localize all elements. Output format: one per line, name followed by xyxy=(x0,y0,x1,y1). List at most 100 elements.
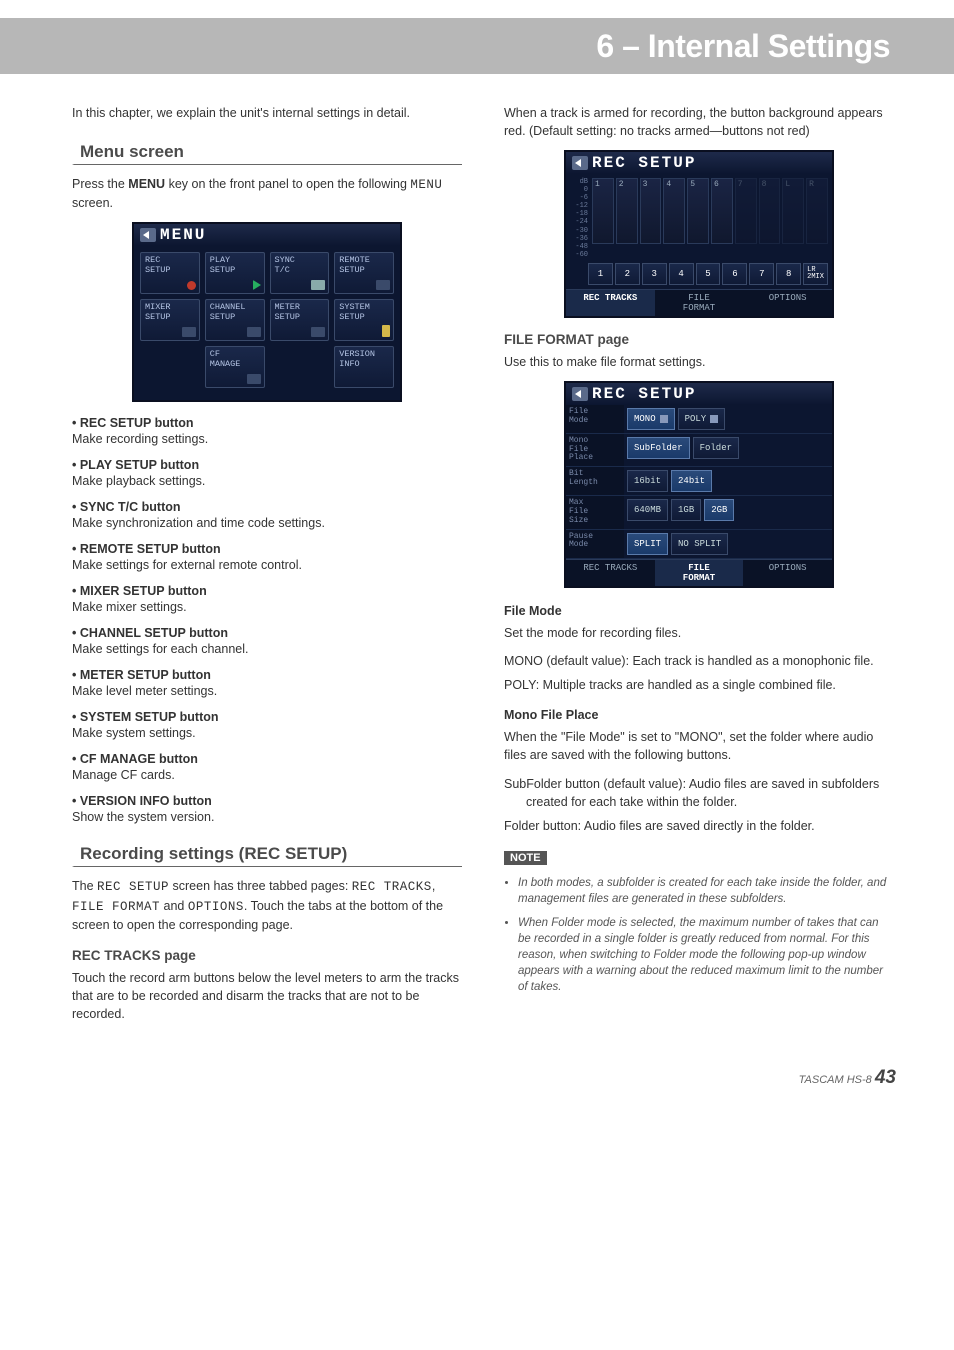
head: • MIXER SETUP button xyxy=(72,584,207,598)
t: and xyxy=(160,899,188,913)
lcd-title: REC SETUP xyxy=(566,152,832,174)
label: VERSION INFO xyxy=(339,349,375,368)
head: • SYNC T/C button xyxy=(72,500,181,514)
tab-options: OPTIONS xyxy=(743,289,832,316)
head: • CHANNEL SETUP button xyxy=(72,626,228,640)
rec-dot-icon xyxy=(187,281,196,290)
ff-row-monoplace: Mono File Place SubFolder Folder xyxy=(566,434,832,467)
channel-icon xyxy=(247,327,261,337)
arm-btn: 6 xyxy=(722,263,747,285)
file-format-heading: FILE FORMAT page xyxy=(504,332,894,347)
mono-place-sub: SubFolder button (default value): Audio … xyxy=(504,775,894,811)
arm-row: 1 2 3 4 5 6 7 8 LR 2MIX xyxy=(566,263,832,289)
s: -6 xyxy=(570,194,588,202)
lcd-title-text: MENU xyxy=(160,226,206,244)
s: dB xyxy=(570,178,588,186)
s: -12 xyxy=(570,202,588,210)
tab-rec-tracks: REC TRACKS xyxy=(566,289,655,316)
label: CHANNEL SETUP xyxy=(210,302,246,321)
menu-btn-remote-setup: REMOTE SETUP xyxy=(334,252,394,294)
label: Pause Mode xyxy=(566,530,624,558)
n: 3 xyxy=(643,180,648,189)
head: • CF MANAGE button xyxy=(72,752,198,766)
meter-ch: 4 xyxy=(663,178,685,244)
file-mode-head: File Mode xyxy=(504,602,894,620)
back-arrow-icon xyxy=(572,387,588,401)
label: SYNC T/C xyxy=(275,255,295,274)
item-system: • SYSTEM SETUP buttonMake system setting… xyxy=(72,710,462,740)
cf-icon xyxy=(247,374,261,384)
menu-btn-rec-setup: REC SETUP xyxy=(140,252,200,294)
right-column: When a track is armed for recording, the… xyxy=(504,104,894,1033)
s: -24 xyxy=(570,218,588,226)
file-mode-poly: POLY: Multiple tracks are handled as a s… xyxy=(504,676,894,694)
menu-btn-empty xyxy=(270,346,330,388)
mono-place-head: Mono File Place xyxy=(504,706,894,724)
s: -48 xyxy=(570,243,588,251)
tab-row: REC TRACKS FILE FORMAT OPTIONS xyxy=(566,289,832,316)
opt: SPLIT xyxy=(627,533,668,555)
meter-ch: 2 xyxy=(616,178,638,244)
n: 6 xyxy=(714,180,719,189)
rec-tracks-para: Touch the record arm buttons below the l… xyxy=(72,969,462,1023)
sync-icon xyxy=(311,280,325,290)
menu-btn-channel-setup: CHANNEL SETUP xyxy=(205,299,265,341)
opt: MONO xyxy=(627,408,675,430)
menu-btn-system-setup: SYSTEM SETUP xyxy=(334,299,394,341)
t: key on the front panel to open the follo… xyxy=(165,177,410,191)
item-rec: • REC SETUP buttonMake recording setting… xyxy=(72,416,462,446)
item-channel: • CHANNEL SETUP buttonMake settings for … xyxy=(72,626,462,656)
s: 0 xyxy=(570,186,588,194)
item-remote: • REMOTE SETUP buttonMake settings for e… xyxy=(72,542,462,572)
label: PLAY SETUP xyxy=(210,255,236,274)
menu-btn-empty xyxy=(140,346,200,388)
note-item: In both modes, a subfolder is created fo… xyxy=(518,875,894,907)
t: screen has three tabbed pages: xyxy=(169,879,352,893)
back-arrow-icon xyxy=(572,156,588,170)
meter-ch: 5 xyxy=(687,178,709,244)
n: 1 xyxy=(595,180,600,189)
head: • VERSION INFO button xyxy=(72,794,212,808)
menu-btn-cf-manage: CF MANAGE xyxy=(205,346,265,388)
desc: Make level meter settings. xyxy=(72,684,462,698)
item-mixer: • MIXER SETUP buttonMake mixer settings. xyxy=(72,584,462,614)
meter-scale: dB 0 -6 -12 -18 -24 -30 -36 -48 -60 xyxy=(570,178,590,258)
lcd-title-text: REC SETUP xyxy=(592,154,696,172)
menu-btn-version-info: VERSION INFO xyxy=(334,346,394,388)
meter-ch: L xyxy=(782,178,804,244)
meter-ch: 7 xyxy=(735,178,757,244)
item-sync: • SYNC T/C buttonMake synchronization an… xyxy=(72,500,462,530)
item-cf: • CF MANAGE buttonManage CF cards. xyxy=(72,752,462,782)
menu-screen-heading: Menu screen xyxy=(72,140,462,165)
n: L xyxy=(785,180,790,189)
t-mono: FILE FORMAT xyxy=(72,900,160,914)
system-icon xyxy=(382,325,390,337)
menu-screen-para: Press the MENU key on the front panel to… xyxy=(72,175,462,212)
head: • REC SETUP button xyxy=(72,416,194,430)
footer-page-number: 43 xyxy=(875,1067,896,1088)
ff-row-maxsize: Max File Size 640MB 1GB 2GB xyxy=(566,496,832,529)
arm-btn: 2 xyxy=(615,263,640,285)
footer-model: TASCAM HS-8 xyxy=(799,1074,872,1086)
file-mode-mono: MONO (default value): Each track is hand… xyxy=(504,652,894,670)
opt: 640MB xyxy=(627,499,668,521)
label: File Mode xyxy=(566,405,624,433)
lcd-rec-tracks: REC SETUP dB 0 -6 -12 -18 -24 -30 -36 -4… xyxy=(564,150,834,317)
page-content: In this chapter, we explain the unit's i… xyxy=(0,74,954,1063)
arm-btn: 5 xyxy=(696,263,721,285)
label: Bit Length xyxy=(566,467,624,495)
label: MIXER SETUP xyxy=(145,302,171,321)
s: -60 xyxy=(570,251,588,259)
n: 7 xyxy=(738,180,743,189)
opt: SubFolder xyxy=(627,437,690,459)
s: -18 xyxy=(570,210,588,218)
menu-btn-mixer-setup: MIXER SETUP xyxy=(140,299,200,341)
tab-row: REC TRACKS FILE FORMAT OPTIONS xyxy=(566,559,832,586)
intro-text: In this chapter, we explain the unit's i… xyxy=(72,104,462,122)
desc: Make settings for external remote contro… xyxy=(72,558,462,572)
label: CF MANAGE xyxy=(210,349,241,368)
desc: Show the system version. xyxy=(72,810,462,824)
t: The xyxy=(72,879,97,893)
menu-btn-play-setup: PLAY SETUP xyxy=(205,252,265,294)
note-list: In both modes, a subfolder is created fo… xyxy=(504,875,894,996)
